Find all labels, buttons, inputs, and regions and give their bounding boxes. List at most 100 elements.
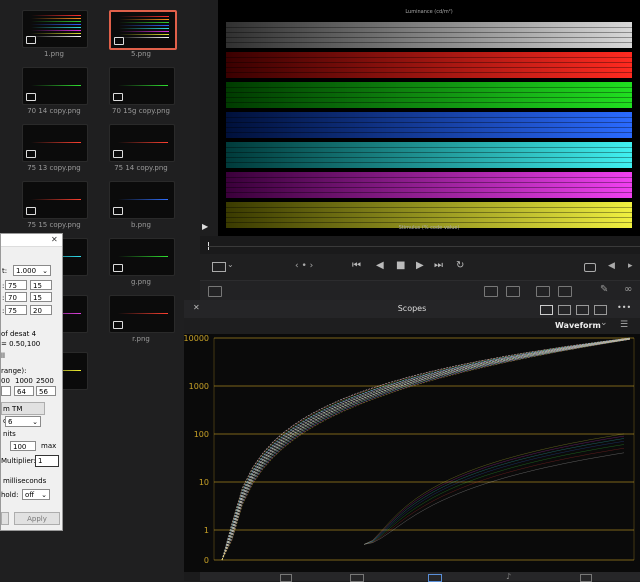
page-icon-fairlight[interactable]: ♪	[506, 572, 511, 581]
waveform-tick-label: 100	[194, 430, 209, 439]
tool-icon-1[interactable]	[484, 286, 498, 297]
row1-input-a[interactable]: 75	[5, 280, 27, 290]
color-toolbar: ✎ ∞	[200, 280, 640, 301]
clip-name: 70 14 copy.png	[27, 107, 81, 115]
band-step-line	[226, 42, 632, 43]
transport-bar: ⌄ ‹ • › ⏮ ◀ ■ ▶ ⏭ ↻ ◀ ▸	[200, 254, 640, 280]
row1-label: :	[2, 282, 5, 290]
range-input-0[interactable]	[1, 386, 11, 396]
range-text: range):	[1, 367, 27, 375]
threshold-select-value: off	[25, 491, 35, 499]
clip-thumbnail[interactable]	[109, 238, 175, 276]
image-icon	[113, 264, 123, 272]
image-icon	[26, 207, 36, 215]
apply-button[interactable]: Apply	[14, 512, 60, 525]
dialog-close-icon[interactable]: ✕	[51, 235, 58, 244]
row2-input-a[interactable]: 70	[5, 292, 27, 302]
clip-thumbnail[interactable]	[109, 295, 175, 333]
single-view-icon[interactable]	[540, 305, 553, 315]
clip-preview-line	[31, 24, 81, 25]
clip-preview-line	[118, 85, 168, 86]
row2-label: :	[2, 294, 5, 302]
clip-name: b.png	[131, 221, 151, 229]
clip-name: 70 15g copy.png	[112, 107, 170, 115]
more-options-icon[interactable]: •••	[617, 303, 631, 312]
loop-button[interactable]: ↻	[456, 260, 464, 271]
go-to-end-button[interactable]: ⏭	[434, 260, 443, 271]
band-step-line	[226, 147, 632, 148]
quad-view-icon[interactable]	[576, 305, 589, 315]
tool-icon-4[interactable]	[558, 286, 572, 297]
multiplier-input[interactable]: 1	[35, 455, 59, 467]
dual-view-icon[interactable]	[558, 305, 571, 315]
pen-icon[interactable]: ✎	[600, 284, 608, 295]
clip-preview-line	[31, 85, 81, 86]
viewer-mode-icon[interactable]	[212, 262, 226, 272]
range-header-2: 2500	[36, 377, 54, 385]
clip-preview-line	[31, 21, 81, 22]
row0-select-value: 1.000	[16, 267, 37, 275]
range-input-1[interactable]: 64	[14, 386, 34, 396]
range-input-2[interactable]: 56	[36, 386, 56, 396]
prev-frame-icon[interactable]: ◀	[608, 261, 615, 271]
clip-thumbnail[interactable]	[109, 181, 175, 219]
band-step-line	[226, 177, 632, 178]
reverse-button[interactable]: ◀	[376, 260, 384, 271]
multiplier-label: Multiplier:	[1, 457, 36, 465]
clip-thumbnail[interactable]	[109, 124, 175, 162]
color-ramp-band	[226, 142, 632, 168]
row3-input-a[interactable]: 75	[5, 305, 27, 315]
clip-thumbnail[interactable]	[109, 67, 175, 105]
clip-thumbnail[interactable]	[22, 67, 88, 105]
tool-icon-3[interactable]	[536, 286, 550, 297]
row1-input-b[interactable]: 15	[30, 280, 52, 290]
viewer[interactable]: Luminance (cd/m²) Stimulus (% code value…	[218, 0, 640, 236]
tm-curves-button[interactable]: m TM curves	[1, 402, 45, 425]
row3-input-b[interactable]: 20	[30, 305, 52, 315]
desat-text: of desat 4	[1, 330, 37, 338]
clip-preview-line	[31, 30, 81, 31]
go-to-start-button[interactable]: ⏮	[352, 260, 361, 271]
clip-preview-line	[31, 33, 81, 34]
chevron-down-icon: ⌄	[41, 491, 47, 499]
nits-input[interactable]: 100	[10, 441, 36, 451]
jog-control[interactable]: ‹ • ›	[295, 261, 313, 271]
clip-preview-line	[119, 34, 169, 35]
tm-select[interactable]: 6 ⌄	[5, 416, 41, 427]
stop-button[interactable]: ■	[396, 260, 405, 271]
play-button[interactable]: ▶	[416, 260, 424, 271]
layout-icon[interactable]	[208, 286, 222, 297]
image-icon	[26, 150, 36, 158]
threshold-select[interactable]: off ⌄	[22, 489, 50, 500]
band-step-line	[226, 87, 632, 88]
clip-thumbnail[interactable]	[22, 10, 88, 48]
clip-thumbnail[interactable]	[22, 124, 88, 162]
tone-mapping-dialog: ✕ t: 1.000 ⌄ : 75 15 : 70 15 : 75 20 of d…	[0, 233, 63, 531]
dialog-left-button[interactable]	[1, 512, 9, 525]
band-step-line	[226, 57, 632, 58]
clip-thumbnail[interactable]	[109, 10, 177, 50]
tool-icon-2[interactable]	[506, 286, 520, 297]
scope-settings-icon[interactable]: ☰	[620, 320, 628, 330]
scope-mode-select[interactable]: Waveform	[555, 321, 601, 330]
clip-preview-line	[118, 256, 168, 257]
band-step-line	[226, 117, 632, 118]
next-frame-icon[interactable]: ▸	[628, 261, 633, 271]
dialog-text-ll: ll	[1, 352, 5, 360]
row0-select[interactable]: 1.000 ⌄	[13, 265, 51, 276]
band-step-line	[226, 127, 632, 128]
band-step-line	[226, 217, 632, 218]
grid-view-icon[interactable]	[594, 305, 607, 315]
fullscreen-icon[interactable]	[584, 263, 596, 272]
link-icon[interactable]: ∞	[624, 284, 632, 295]
scrub-bar[interactable]	[200, 236, 640, 254]
color-ramp-band	[226, 82, 632, 108]
row2-input-b[interactable]: 15	[30, 292, 52, 302]
threshold-label: hold:	[1, 491, 19, 499]
play-overlay-icon[interactable]: ▶	[202, 222, 208, 231]
band-step-line	[226, 27, 632, 28]
band-step-line	[226, 67, 632, 68]
clip-thumbnail[interactable]	[22, 181, 88, 219]
chevron-down-icon[interactable]: ⌄	[227, 260, 234, 269]
chevron-down-icon[interactable]: ⌄	[600, 318, 608, 328]
